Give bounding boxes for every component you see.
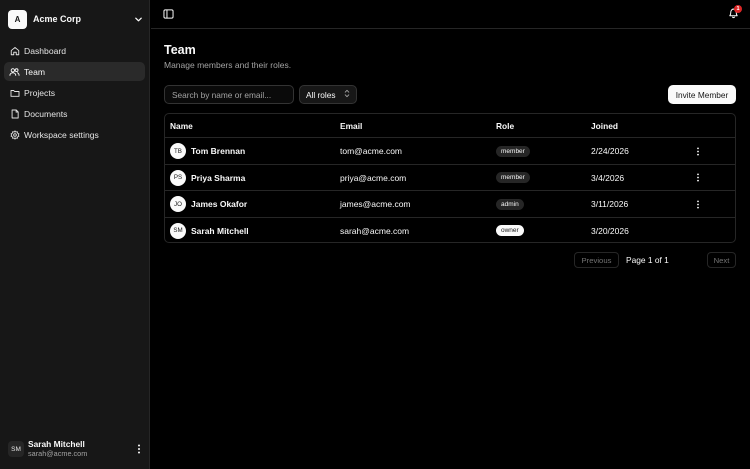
topbar: 1 <box>151 0 750 29</box>
sidebar: A Acme Corp Dashboard Team Projects Docu… <box>0 0 150 469</box>
member-name-cell: TB Tom Brennan <box>170 138 245 164</box>
org-switcher[interactable]: A Acme Corp <box>8 8 144 30</box>
user-info: Sarah Mitchell sarah@acme.com <box>28 439 134 459</box>
org-logo: A <box>8 9 27 29</box>
member-joined: 2/24/2026 <box>591 146 629 156</box>
sidebar-item-label: Projects <box>24 87 56 98</box>
org-name: Acme Corp <box>33 14 82 24</box>
member-role-cell: member <box>496 138 530 164</box>
file-icon <box>9 108 20 119</box>
avatar: SM <box>8 441 24 457</box>
member-name: Priya Sharma <box>191 172 246 183</box>
avatar: PS <box>170 169 186 186</box>
users-icon <box>9 66 20 77</box>
page-title: Team <box>164 43 196 57</box>
user-name: Sarah Mitchell <box>28 439 85 449</box>
member-role-cell: admin <box>496 191 524 217</box>
more-vertical-icon[interactable] <box>134 442 144 456</box>
role-badge: admin <box>496 198 524 210</box>
member-email: priya@acme.com <box>340 172 407 183</box>
sidebar-toggle-button[interactable] <box>161 8 175 22</box>
more-vertical-icon[interactable] <box>694 198 702 210</box>
member-joined: 3/20/2026 <box>591 225 629 236</box>
gear-icon <box>9 129 20 140</box>
more-vertical-icon[interactable] <box>694 172 702 184</box>
notification-badge: 1 <box>734 5 742 13</box>
table-row: JO James Okafor james@acme.com admin 3/1… <box>165 191 735 218</box>
sidebar-item-projects[interactable]: Projects <box>4 83 145 102</box>
main-content: Team Manage members and their roles. All… <box>164 43 736 268</box>
chevron-down-icon <box>132 13 144 25</box>
column-header-name[interactable]: Name <box>170 114 193 138</box>
member-role-cell: member <box>496 165 530 191</box>
column-header-joined[interactable]: Joined <box>591 114 618 138</box>
notifications-button[interactable]: 1 <box>726 5 742 22</box>
sidebar-item-label: Documents <box>24 108 68 119</box>
more-vertical-icon[interactable] <box>694 145 702 157</box>
next-page-button[interactable]: Next <box>707 252 736 268</box>
sidebar-item-team[interactable]: Team <box>4 62 145 81</box>
table-row: TB Tom Brennan tom@acme.com member 2/24/… <box>165 138 735 165</box>
chevron-up-down-icon <box>344 89 350 100</box>
role-filter-select[interactable]: All roles <box>299 85 357 104</box>
home-icon <box>9 45 20 56</box>
toolbar: All roles Invite Member <box>164 85 736 104</box>
sidebar-item-documents[interactable]: Documents <box>4 104 145 123</box>
member-name-cell: SM Sarah Mitchell <box>170 218 249 243</box>
role-badge: owner <box>496 225 524 236</box>
row-actions-cell <box>694 138 702 164</box>
previous-page-button[interactable]: Previous <box>574 252 619 268</box>
role-badge: member <box>496 172 530 183</box>
folder-icon <box>9 87 20 98</box>
pagination: Previous Page 1 of 1 Next <box>536 252 736 268</box>
avatar: SM <box>170 222 186 239</box>
member-name-cell: JO James Okafor <box>170 191 247 217</box>
page-subtitle: Manage members and their roles. <box>164 60 292 70</box>
table-header: Name Email Role Joined <box>165 114 735 138</box>
role-filter-value: All roles <box>306 89 336 100</box>
table-row: PS Priya Sharma priya@acme.com member 3/… <box>165 165 735 191</box>
sidebar-nav: Dashboard Team Projects Documents Worksp… <box>4 41 145 146</box>
member-joined: 3/4/2026 <box>591 172 625 183</box>
member-role-cell: owner <box>496 218 524 243</box>
member-name: Tom Brennan <box>191 146 246 156</box>
member-joined: 3/11/2026 <box>591 199 629 209</box>
member-email: sarah@acme.com <box>340 225 410 236</box>
member-email: james@acme.com <box>340 199 411 209</box>
table-row: SM Sarah Mitchell sarah@acme.com owner 3… <box>165 218 735 243</box>
search-input[interactable] <box>164 85 294 104</box>
column-header-email[interactable]: Email <box>340 114 362 138</box>
sidebar-item-label: Dashboard <box>24 45 67 56</box>
member-name-cell: PS Priya Sharma <box>170 165 245 191</box>
column-header-role[interactable]: Role <box>496 114 514 138</box>
members-table: Name Email Role Joined TB Tom Brennan to… <box>164 113 736 243</box>
avatar: JO <box>170 196 186 212</box>
page-indicator: Page 1 of 1 <box>626 255 669 265</box>
user-menu[interactable]: SM Sarah Mitchell sarah@acme.com <box>8 437 144 461</box>
invite-member-button[interactable]: Invite Member <box>668 85 736 104</box>
row-actions-cell <box>694 165 702 191</box>
user-email: sarah@acme.com <box>28 449 88 458</box>
member-name: James Okafor <box>191 199 248 209</box>
avatar: TB <box>170 143 186 159</box>
member-email: tom@acme.com <box>340 146 403 156</box>
sidebar-item-dashboard[interactable]: Dashboard <box>4 41 145 60</box>
sidebar-item-label: Workspace settings <box>24 129 99 140</box>
sidebar-item-label: Team <box>24 66 46 77</box>
member-name: Sarah Mitchell <box>191 225 249 236</box>
panel-left-icon <box>162 9 174 21</box>
sidebar-item-workspace-settings[interactable]: Workspace settings <box>4 125 145 144</box>
row-actions-cell <box>694 191 702 217</box>
role-badge: member <box>496 145 530 157</box>
